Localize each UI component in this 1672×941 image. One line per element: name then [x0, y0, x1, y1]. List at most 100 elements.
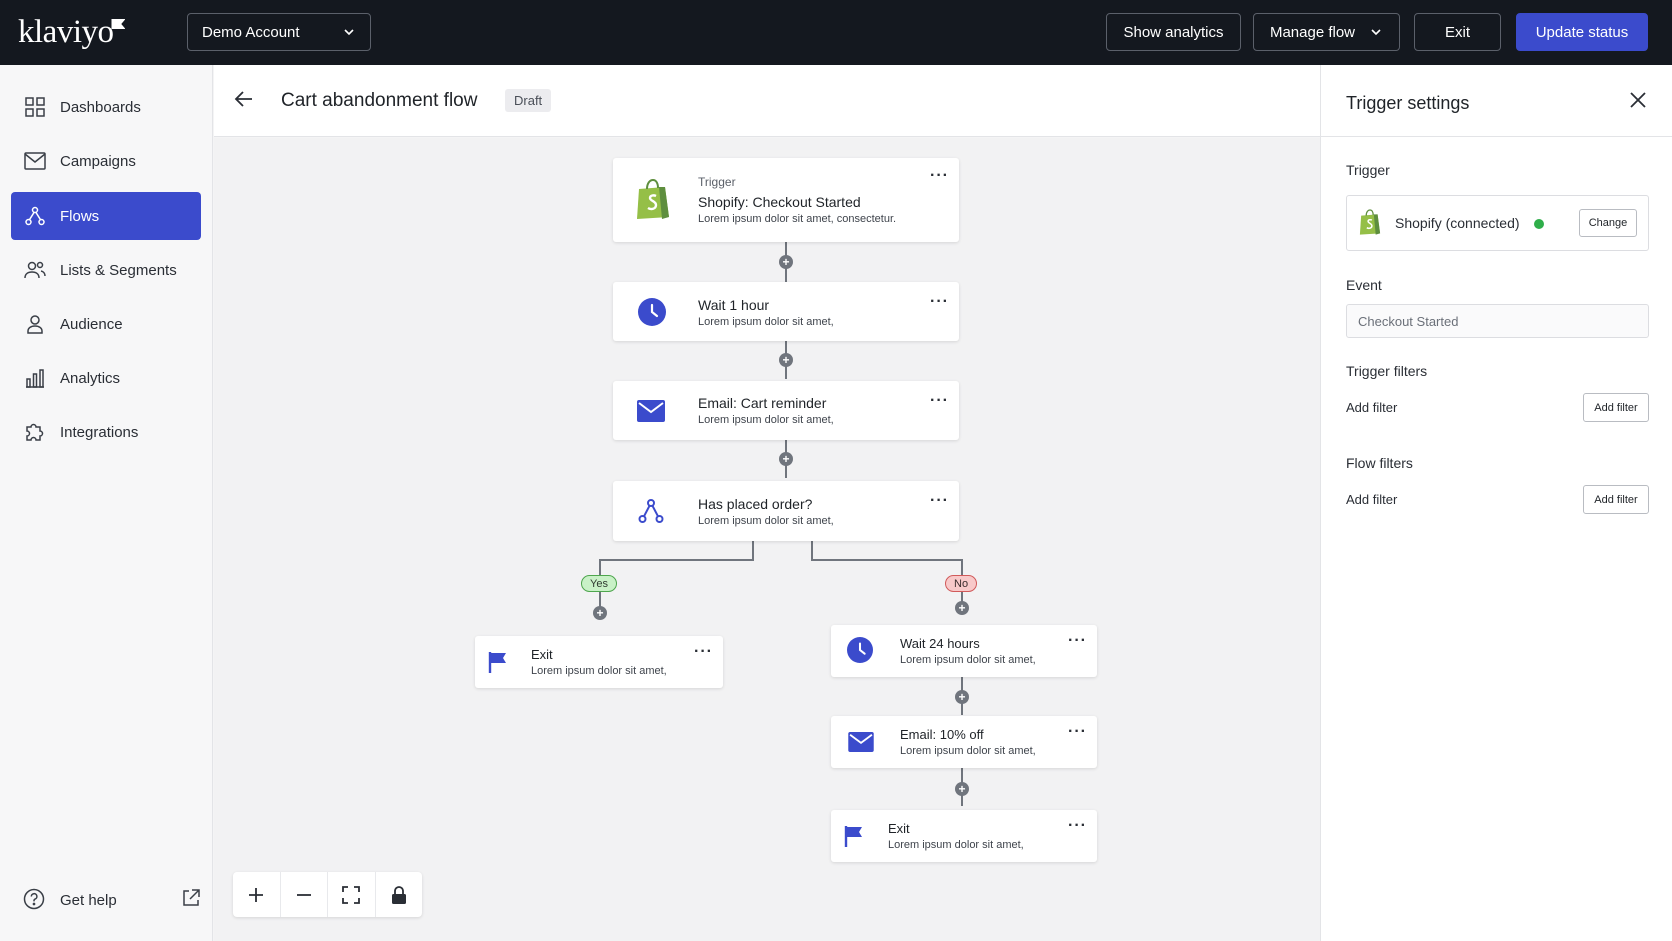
- clock-icon: [637, 297, 667, 327]
- sidebar-item-flows[interactable]: Flows: [11, 192, 201, 240]
- trigger-section-label: Trigger: [1346, 162, 1390, 178]
- more-menu-icon[interactable]: ···: [930, 493, 949, 509]
- fullscreen-icon: [342, 885, 361, 904]
- change-trigger-button[interactable]: Change: [1579, 209, 1637, 237]
- close-icon[interactable]: [1629, 91, 1647, 114]
- zoom-in-button[interactable]: [233, 872, 281, 917]
- flow-node-conditional-split[interactable]: Has placed order? Lorem ipsum dolor sit …: [613, 481, 959, 541]
- flow-filters-text: Add filter: [1346, 492, 1398, 507]
- fit-view-button[interactable]: [328, 872, 376, 917]
- flow-node-wait-24-hours[interactable]: Wait 24 hours Lorem ipsum dolor sit amet…: [831, 625, 1097, 677]
- update-status-button[interactable]: Update status: [1516, 13, 1648, 51]
- add-flow-filter-button[interactable]: Add filter: [1583, 485, 1649, 514]
- sidebar-item-label: Lists & Segments: [60, 261, 177, 279]
- flow-node-email-10-off[interactable]: Email: 10% off Lorem ipsum dolor sit ame…: [831, 716, 1097, 768]
- node-subtitle: Lorem ipsum dolor sit amet,: [888, 839, 1024, 851]
- show-analytics-button[interactable]: Show analytics: [1106, 13, 1241, 51]
- help-circle-icon: [23, 888, 47, 912]
- sidebar-item-label: Integrations: [60, 423, 139, 441]
- trigger-source-card: Shopify (connected) Change: [1346, 195, 1649, 251]
- update-status-label: Update status: [1535, 23, 1629, 41]
- node-title: Exit: [888, 821, 910, 836]
- sidebar-item-label: Analytics: [60, 369, 121, 387]
- lock-button[interactable]: [376, 872, 423, 917]
- sidebar-item-campaigns[interactable]: Campaigns: [11, 137, 201, 185]
- add-step-button[interactable]: +: [955, 601, 969, 615]
- connector-line: [752, 541, 754, 560]
- more-menu-icon[interactable]: ···: [1068, 724, 1087, 740]
- more-menu-icon[interactable]: ···: [1068, 818, 1087, 834]
- grid-icon: [23, 95, 47, 119]
- node-title: Shopify: Checkout Started: [698, 194, 861, 210]
- klaviyo-logo[interactable]: klaviyo: [18, 14, 126, 51]
- flow-canvas[interactable]: + + + Yes No + + + + Trigger Shopify: Ch…: [214, 138, 1320, 941]
- lock-icon: [391, 885, 406, 904]
- account-label: Demo Account: [202, 24, 300, 41]
- node-subtitle: Lorem ipsum dolor sit amet, consectetur.: [698, 213, 897, 225]
- node-title: Email: 10% off: [900, 727, 984, 742]
- get-help-link[interactable]: Get help: [11, 876, 201, 924]
- account-dropdown[interactable]: Demo Account: [187, 13, 371, 51]
- manage-flow-button[interactable]: Manage flow: [1253, 13, 1400, 51]
- connector-line: [811, 541, 813, 560]
- chevron-down-icon: [1371, 29, 1381, 36]
- flow-node-exit-no[interactable]: Exit Lorem ipsum dolor sit amet, ···: [831, 810, 1097, 862]
- node-title: Wait 24 hours: [900, 636, 980, 651]
- sidebar-item-analytics[interactable]: Analytics: [11, 354, 201, 402]
- flow-node-trigger[interactable]: Trigger Shopify: Checkout Started Lorem …: [613, 158, 959, 242]
- node-subtitle: Lorem ipsum dolor sit amet,: [698, 414, 834, 426]
- node-title: Exit: [531, 647, 553, 662]
- add-trigger-filter-button[interactable]: Add filter: [1583, 393, 1649, 422]
- exit-button[interactable]: Exit: [1414, 13, 1501, 51]
- flag-icon: [487, 650, 509, 674]
- trigger-settings-panel: Trigger settings Trigger Shopify (connec…: [1320, 65, 1672, 941]
- back-arrow-icon[interactable]: [234, 90, 254, 113]
- node-subtitle: Lorem ipsum dolor sit amet,: [900, 654, 1036, 666]
- sidebar-item-label: Campaigns: [60, 152, 136, 170]
- add-step-button[interactable]: +: [779, 255, 793, 269]
- branch-no-tag: No: [945, 575, 978, 592]
- zoom-out-button[interactable]: [281, 872, 328, 917]
- event-field[interactable]: Checkout Started: [1346, 304, 1649, 338]
- more-menu-icon[interactable]: ···: [930, 393, 949, 409]
- bar-chart-icon: [23, 366, 47, 390]
- envelope-icon: [636, 398, 666, 424]
- add-step-button[interactable]: +: [955, 782, 969, 796]
- exit-label: Exit: [1444, 23, 1470, 41]
- connected-status-dot: [1534, 219, 1544, 229]
- canvas-header: Cart abandonment flow Draft: [214, 65, 1320, 137]
- add-step-button[interactable]: +: [779, 452, 793, 466]
- more-menu-icon[interactable]: ···: [694, 644, 713, 660]
- more-menu-icon[interactable]: ···: [930, 168, 949, 184]
- node-subtitle: Lorem ipsum dolor sit amet,: [531, 665, 667, 677]
- more-menu-icon[interactable]: ···: [930, 294, 949, 310]
- node-title: Email: Cart reminder: [698, 395, 827, 411]
- flow-icon: [23, 204, 47, 228]
- sidebar-item-audience[interactable]: Audience: [11, 300, 201, 348]
- external-link-icon[interactable]: [181, 888, 201, 912]
- sidebar-item-lists-segments[interactable]: Lists & Segments: [11, 246, 201, 294]
- node-subtitle: Lorem ipsum dolor sit amet,: [900, 745, 1036, 757]
- split-icon: [637, 497, 665, 525]
- connector-line: [599, 559, 754, 561]
- add-step-button[interactable]: +: [779, 353, 793, 367]
- more-menu-icon[interactable]: ···: [1068, 633, 1087, 649]
- flow-node-email-cart-reminder[interactable]: Email: Cart reminder Lorem ipsum dolor s…: [613, 381, 959, 440]
- sidebar-item-integrations[interactable]: Integrations: [11, 408, 201, 456]
- flow-node-wait-1-hour[interactable]: Wait 1 hour Lorem ipsum dolor sit amet, …: [613, 282, 959, 341]
- top-bar: klaviyo Demo Account Show analytics Mana…: [0, 0, 1672, 65]
- get-help-label: Get help: [60, 891, 117, 909]
- connector-line: [811, 559, 963, 561]
- flag-icon: [843, 824, 865, 848]
- sidebar-item-label: Dashboards: [60, 98, 141, 116]
- logo-text: klaviyo: [18, 14, 114, 50]
- chevron-down-icon: [344, 29, 354, 36]
- flow-node-exit-yes[interactable]: Exit Lorem ipsum dolor sit amet, ···: [475, 636, 723, 688]
- trigger-filters-label: Trigger filters: [1346, 363, 1428, 379]
- node-title: Wait 1 hour: [698, 297, 770, 313]
- sidebar-item-dashboards[interactable]: Dashboards: [11, 83, 201, 131]
- add-step-button[interactable]: +: [593, 606, 607, 620]
- plus-icon: [249, 887, 264, 902]
- add-step-button[interactable]: +: [955, 690, 969, 704]
- node-subtitle: Lorem ipsum dolor sit amet,: [698, 316, 834, 328]
